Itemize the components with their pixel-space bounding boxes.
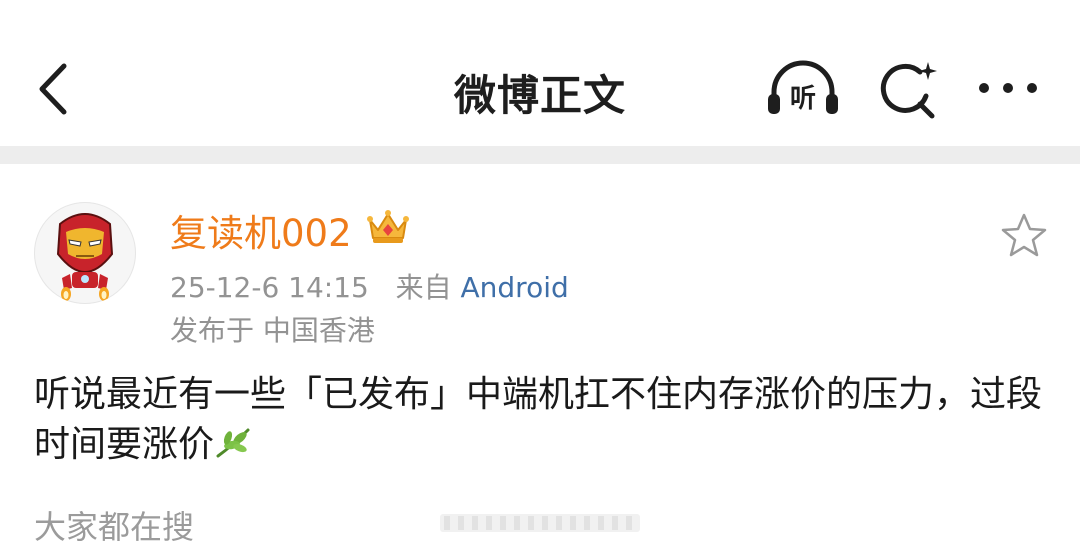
more-dots-icon[interactable]: [976, 68, 1040, 108]
iron-man-avatar-icon: [56, 213, 114, 301]
listen-label: 听: [790, 84, 816, 114]
post-location: 发布于 中国香港: [170, 314, 375, 347]
source-prefix: 来自: [395, 271, 452, 304]
post-text: 听说最近有一些「已发布」中端机扛不住内存涨价的压力，过段时间要涨价: [34, 374, 1043, 465]
favorite-star-icon[interactable]: [1000, 212, 1048, 258]
crown-badge-icon: [367, 210, 409, 243]
section-divider: [0, 146, 1080, 164]
post-content: 听说最近有一些「已发布」中端机扛不住内存涨价的压力，过段时间要涨价: [34, 370, 1054, 470]
loading-placeholder: [440, 514, 640, 532]
username[interactable]: 复读机002: [170, 203, 352, 257]
trending-search-label: 大家都在搜: [34, 508, 195, 546]
top-navigation-bar: 微博正文 听: [0, 0, 1080, 146]
listen-button[interactable]: 听: [764, 58, 842, 120]
leaf-emoji-icon: [216, 428, 250, 458]
search-sparkle-icon[interactable]: [876, 58, 940, 122]
post-time: 25-12-6 14:15: [170, 271, 369, 304]
headphones-icon: 听: [768, 60, 838, 114]
avatar[interactable]: [34, 202, 136, 304]
post-meta: 25-12-6 14:15 来自 Android: [170, 266, 569, 306]
source-link[interactable]: Android: [461, 271, 569, 304]
